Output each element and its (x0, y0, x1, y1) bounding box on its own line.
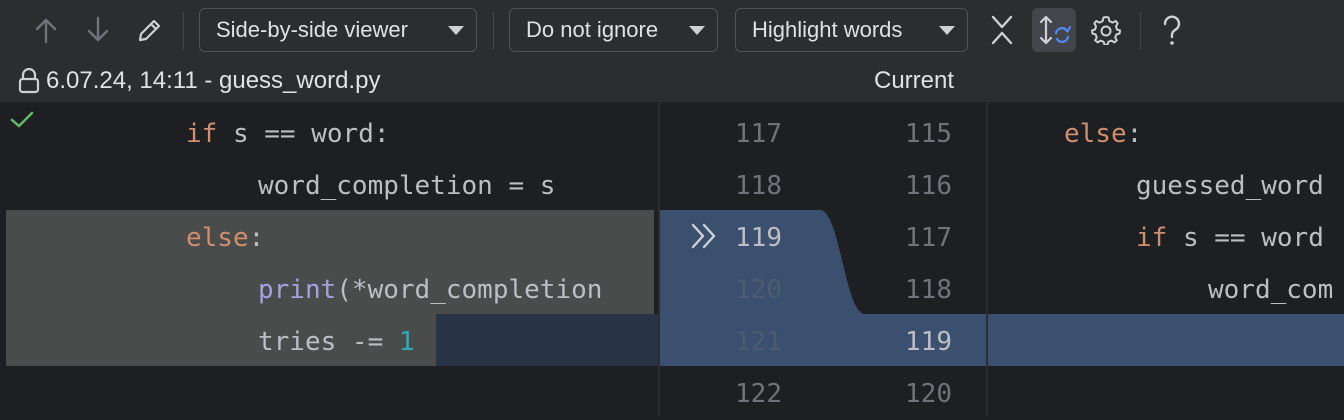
arrow-up-icon[interactable] (24, 8, 68, 52)
toolbar-separator (493, 12, 494, 50)
code-line: if s == word: (186, 119, 390, 149)
left-editor-pane[interactable]: if s == word: word_completion = s else: … (6, 102, 659, 416)
gear-icon[interactable] (1084, 8, 1128, 52)
right-pane-title: Current (874, 67, 955, 94)
viewer-mode-label: Side-by-side viewer (216, 17, 408, 42)
code-line: else: (1064, 119, 1143, 149)
inserted-block-highlight (988, 314, 1344, 366)
right-line-number: 119 (905, 327, 952, 357)
toolbar-separator (183, 12, 184, 50)
checkmark-icon (10, 110, 34, 134)
collapse-unchanged-icon[interactable] (980, 8, 1024, 52)
code-line: word_completion = s (258, 171, 556, 201)
diff-header: 6.07.24, 14:11 - guess_word.py Current (0, 60, 1344, 102)
left-line-number: 118 (735, 171, 782, 201)
right-line-number: 118 (905, 275, 952, 305)
left-file-title: 6.07.24, 14:11 - guess_word.py (46, 67, 381, 94)
chevron-down-icon (448, 25, 464, 35)
code-line: guessed_word (1136, 171, 1324, 201)
lock-icon (18, 67, 40, 101)
sync-scroll-icon[interactable] (1032, 8, 1076, 52)
code-line: else: (186, 223, 265, 253)
right-line-number: 115 (905, 119, 952, 149)
right-line-number: 117 (905, 223, 952, 253)
code-line: if s == word (1136, 223, 1324, 253)
chevron-down-icon (689, 25, 705, 35)
left-line-number: 121 (735, 327, 782, 357)
highlight-label: Highlight words (752, 17, 903, 42)
word-diff-highlight (436, 314, 659, 366)
highlight-mode-dropdown[interactable]: Highlight words (735, 8, 968, 52)
apply-change-icon[interactable] (690, 222, 720, 254)
right-line-number: 116 (905, 171, 952, 201)
right-line-number: 120 (905, 379, 952, 409)
arrow-down-icon[interactable] (76, 8, 120, 52)
viewer-mode-dropdown[interactable]: Side-by-side viewer (199, 8, 477, 52)
toolbar-separator (1140, 12, 1141, 50)
code-line: tries -= 1 (258, 327, 415, 357)
help-icon[interactable] (1150, 8, 1194, 52)
edit-icon[interactable] (128, 8, 172, 52)
ignore-label: Do not ignore (526, 17, 659, 42)
left-line-number: 120 (735, 275, 782, 305)
left-line-number: 122 (735, 379, 782, 409)
left-line-number: 117 (735, 119, 782, 149)
code-line: word_com (1208, 275, 1334, 305)
chevron-down-icon (939, 25, 955, 35)
diff-toolbar: Side-by-side viewer Do not ignore Highli… (0, 0, 1344, 60)
code-line: print(*word_completion (258, 275, 603, 305)
right-editor-pane[interactable]: else: guessed_word if s == word word_com (988, 102, 1344, 416)
ignore-whitespace-dropdown[interactable]: Do not ignore (509, 8, 718, 52)
